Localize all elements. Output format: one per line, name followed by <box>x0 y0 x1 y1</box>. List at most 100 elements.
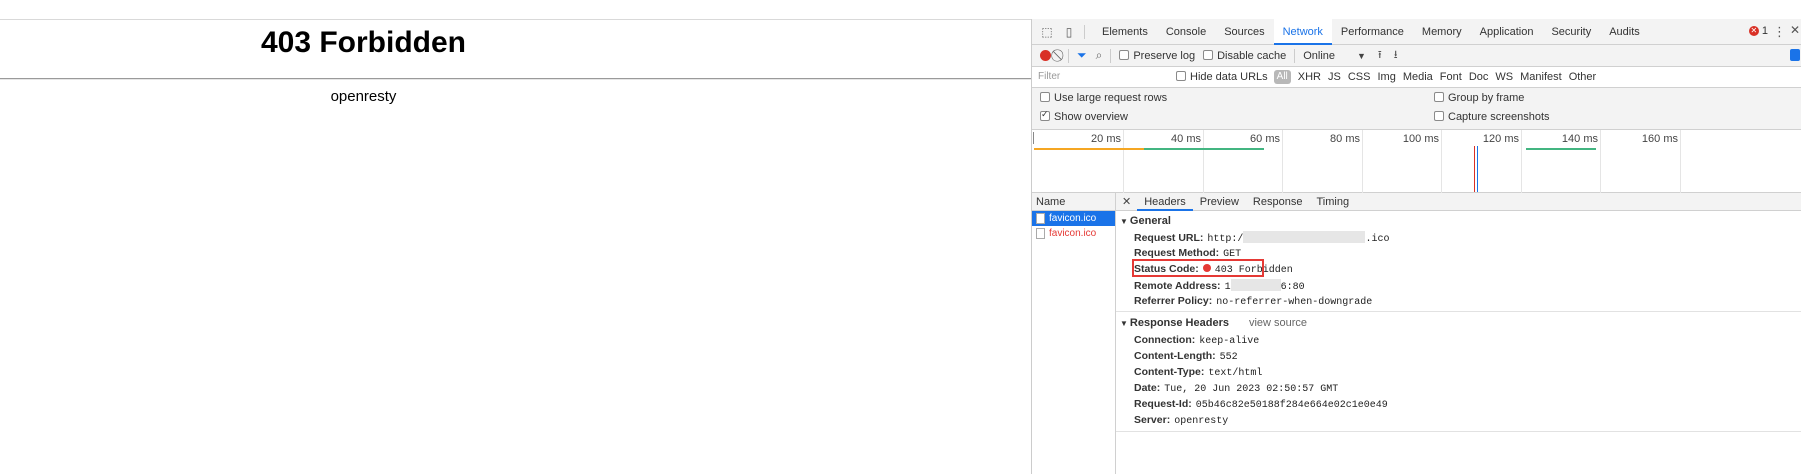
filter-type-js[interactable]: JS <box>1328 71 1341 83</box>
preserve-log-checkbox[interactable]: Preserve log <box>1119 49 1195 62</box>
server-name: openresty <box>330 88 397 105</box>
page-viewport: 403 Forbidden openresty <box>0 0 1031 474</box>
capture-screenshots-check[interactable] <box>1434 111 1444 121</box>
response-headers-section-header[interactable]: ▼ Response Headers view source <box>1120 317 1307 329</box>
view-source-link[interactable]: view source <box>1249 317 1307 329</box>
response-header-row: Connection: keep-alive <box>1134 334 1259 347</box>
tab-application[interactable]: Application <box>1471 19 1543 45</box>
tab-memory[interactable]: Memory <box>1413 19 1471 45</box>
request-row[interactable]: favicon.ico <box>1032 226 1115 241</box>
overview-download-bar <box>1144 148 1264 150</box>
remote-address-suffix: 6:80 <box>1280 282 1305 293</box>
tab-audits[interactable]: Audits <box>1600 19 1649 45</box>
tab-network[interactable]: Network <box>1273 18 1332 45</box>
overview-tick-label: 60 ms <box>1250 133 1280 145</box>
filter-type-manifest[interactable]: Manifest <box>1520 71 1562 83</box>
filter-type-all[interactable]: All <box>1273 70 1291 84</box>
overview-gridline <box>1362 130 1363 193</box>
response-header-row: Date: Tue, 20 Jun 2023 02:50:57 GMT <box>1134 382 1338 395</box>
group-by-frame-checkbox[interactable]: Group by frame <box>1434 92 1524 104</box>
overview-timeline[interactable]: 20 ms 40 ms 60 ms 80 ms 100 ms 120 ms 14… <box>1032 130 1801 193</box>
record-icon[interactable] <box>1040 50 1051 61</box>
file-icon <box>1036 213 1045 224</box>
devtools-panel: ⬚ ▯ Elements Console Sources Network Per… <box>1031 18 1801 474</box>
filter-type-ws[interactable]: WS <box>1495 71 1513 83</box>
overview-tick-label: 100 ms <box>1402 133 1439 145</box>
filter-bar: Filter Hide data URLs All XHR JS CSS Img… <box>1032 67 1801 88</box>
request-row[interactable]: favicon.ico <box>1032 211 1115 226</box>
show-overview-checkbox[interactable]: Show overview <box>1040 109 1128 123</box>
overview-gridline <box>1680 130 1681 193</box>
tab-sources[interactable]: Sources <box>1215 19 1273 45</box>
request-name: favicon.ico <box>1049 213 1097 224</box>
expand-triangle-icon: ▼ <box>1120 319 1128 328</box>
filter-input[interactable]: Filter <box>1038 69 1176 85</box>
close-details-icon[interactable]: ✕ <box>1122 195 1131 208</box>
overview-gridline <box>1521 130 1522 193</box>
export-har-icon[interactable]: ⭳ <box>1394 46 1398 65</box>
header-value: openresty <box>1174 416 1229 427</box>
throttling-select[interactable]: Online <box>1303 50 1335 62</box>
large-rows-checkbox[interactable]: Use large request rows <box>1040 92 1167 104</box>
referrer-policy-row: Referrer Policy: no-referrer-when-downgra… <box>1134 295 1372 308</box>
overview-download-bar-2 <box>1526 148 1596 150</box>
remote-address-label: Remote Address: <box>1134 280 1221 292</box>
filter-type-doc[interactable]: Doc <box>1469 71 1489 83</box>
filter-type-xhr[interactable]: XHR <box>1298 71 1321 83</box>
filter-type-media[interactable]: Media <box>1403 71 1433 83</box>
tab-elements[interactable]: Elements <box>1093 19 1157 45</box>
disable-cache-checkbox[interactable]: Disable cache <box>1203 49 1287 62</box>
header-value: 05b46c82e50188f284e664e02c1e0e49 <box>1195 400 1388 411</box>
hide-data-urls-check[interactable] <box>1176 71 1186 81</box>
overview-dcl-marker <box>1477 146 1478 192</box>
tab-performance[interactable]: Performance <box>1332 19 1413 45</box>
large-rows-check[interactable] <box>1040 92 1050 102</box>
tab-console[interactable]: Console <box>1157 19 1215 45</box>
filter-icon[interactable]: ⏷ <box>1077 48 1087 63</box>
more-options-icon[interactable]: ⋮ <box>1773 24 1786 40</box>
status-highlight-box <box>1132 259 1264 277</box>
hide-data-urls-checkbox[interactable]: Hide data URLs <box>1176 71 1268 83</box>
header-key: Date: <box>1134 382 1161 394</box>
header-value: 552 <box>1219 352 1238 363</box>
inspect-element-icon[interactable]: ⬚ <box>1040 25 1054 39</box>
filter-type-other[interactable]: Other <box>1569 71 1597 83</box>
search-icon[interactable]: ⌕ <box>1096 48 1103 63</box>
error-counter[interactable]: ✕ 1 <box>1748 25 1768 37</box>
device-toolbar-icon[interactable]: ▯ <box>1062 25 1076 39</box>
response-header-row: Content-Type: text/html <box>1134 366 1262 379</box>
disable-cache-label: Disable cache <box>1217 49 1287 62</box>
tab-response[interactable]: Response <box>1246 193 1310 211</box>
request-method-label: Request Method: <box>1134 247 1220 259</box>
group-by-frame-check[interactable] <box>1434 92 1444 102</box>
overview-tick-label: 160 ms <box>1641 133 1678 145</box>
toolbar-separator-2 <box>1110 48 1112 63</box>
header-key: Content-Length: <box>1134 350 1216 362</box>
tabbar-separator <box>1084 24 1085 39</box>
tab-preview[interactable]: Preview <box>1193 193 1246 211</box>
preserve-log-check[interactable] <box>1119 49 1130 60</box>
overview-tick-label: 40 ms <box>1171 133 1201 145</box>
tab-timing[interactable]: Timing <box>1309 193 1356 211</box>
remote-address-row: Remote Address: 1 6:80 <box>1134 279 1305 293</box>
page-title: 403 Forbidden <box>260 26 467 59</box>
tab-headers[interactable]: Headers <box>1137 193 1193 211</box>
tab-security[interactable]: Security <box>1542 19 1600 45</box>
disable-cache-check[interactable] <box>1203 49 1214 60</box>
name-column-header[interactable]: Name <box>1032 193 1115 211</box>
request-url-suffix: .ico <box>1365 234 1390 245</box>
filter-type-font[interactable]: Font <box>1440 71 1462 83</box>
filter-type-img[interactable]: Img <box>1377 71 1395 83</box>
close-devtools-icon[interactable]: ✕ <box>1790 23 1800 37</box>
capture-screenshots-checkbox[interactable]: Capture screenshots <box>1434 111 1550 123</box>
network-toolbar: ⃠ ⏷ ⌕ Preserve log Disable cache Online … <box>1032 45 1801 67</box>
overview-tick-label: 140 ms <box>1561 133 1598 145</box>
chevron-down-icon[interactable]: ▼ <box>1357 51 1366 61</box>
settings-icon[interactable] <box>1790 49 1800 61</box>
general-section-header[interactable]: ▼ General <box>1120 215 1171 227</box>
group-by-frame-label: Group by frame <box>1448 92 1525 104</box>
request-url-label: Request URL: <box>1134 232 1204 244</box>
import-har-icon[interactable]: ⭱ <box>1378 46 1382 65</box>
show-overview-check[interactable] <box>1040 109 1050 121</box>
filter-type-css[interactable]: CSS <box>1348 71 1371 83</box>
